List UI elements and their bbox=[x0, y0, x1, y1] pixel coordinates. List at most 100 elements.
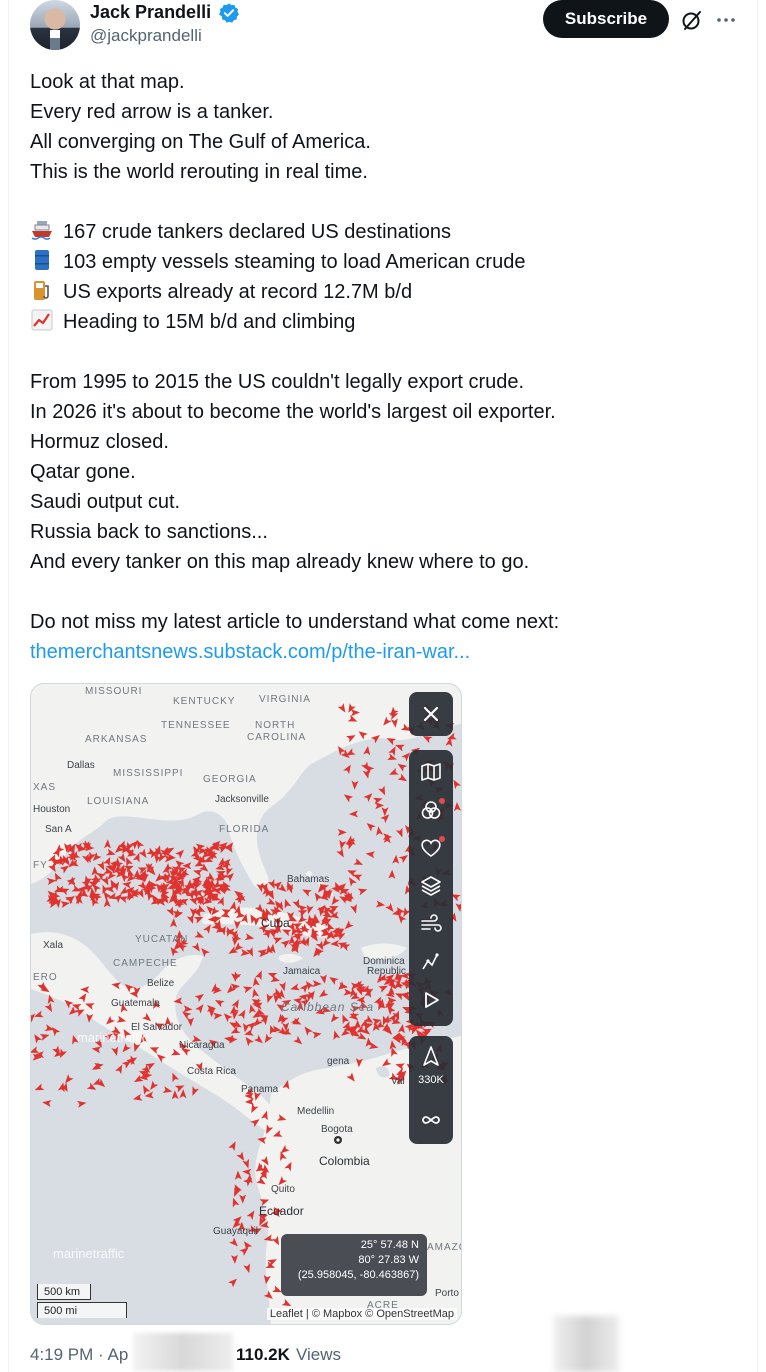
ship-emoji-icon bbox=[31, 221, 52, 240]
verified-badge-icon bbox=[219, 3, 239, 23]
oil-drum-emoji-icon bbox=[35, 250, 49, 270]
article-link[interactable]: themerchantsnews.substack.com/p/the-iran… bbox=[30, 641, 470, 663]
post-frame-right-border bbox=[757, 0, 758, 1372]
map-label: NORTH bbox=[255, 720, 296, 731]
map-label: Jacksonville bbox=[215, 794, 269, 805]
stat-line: Heading to 15M b/d and climbing bbox=[30, 307, 740, 337]
text-line: Look at that map. bbox=[30, 71, 185, 93]
text-line: Every red arrow is a tanker. bbox=[30, 101, 274, 123]
map-label: GEORGIA bbox=[203, 774, 257, 785]
text-line: In 2026 it's about to become the world's… bbox=[30, 401, 556, 423]
map-label: Cuba bbox=[261, 916, 290, 930]
map-label: Bahamas bbox=[287, 874, 330, 885]
map-label: Caribbean Sea bbox=[281, 1000, 375, 1014]
map-label: Colombia bbox=[319, 1154, 370, 1168]
map-label: Xala bbox=[43, 940, 64, 951]
grok-icon[interactable] bbox=[680, 8, 704, 32]
author-name[interactable]: Jack Prandelli bbox=[90, 2, 211, 23]
blurred-region bbox=[133, 1333, 233, 1371]
wind-icon[interactable] bbox=[419, 912, 443, 936]
map-label: gena bbox=[327, 1056, 350, 1067]
latitude-text: 25° 57.48 N bbox=[360, 1239, 419, 1251]
more-icon[interactable] bbox=[714, 8, 738, 32]
stat-text: Heading to 15M b/d and climbing bbox=[63, 311, 356, 333]
stat-text: 103 empty vessels steaming to load Ameri… bbox=[63, 251, 526, 273]
map-icon[interactable] bbox=[419, 760, 443, 784]
map-label: MISSISSIPPI bbox=[113, 768, 184, 779]
map-label: MISSOURI bbox=[85, 686, 143, 697]
map-image[interactable]: MISSOURI KENTUCKY VIRGINIA TENNESSEE NOR… bbox=[30, 683, 462, 1325]
map-label: XAS bbox=[33, 782, 57, 793]
map-label: Houston bbox=[33, 804, 71, 815]
map-label: Bogota bbox=[321, 1124, 353, 1135]
post-time[interactable]: 4:19 PM bbox=[30, 1345, 93, 1364]
subscribe-button[interactable]: Subscribe bbox=[543, 0, 669, 38]
separator: · bbox=[98, 1345, 104, 1364]
map-label: CAROLINA bbox=[247, 732, 307, 743]
text-line: And every tanker on this map already kne… bbox=[30, 551, 530, 573]
map-label: Porto bbox=[435, 1288, 459, 1299]
stat-line: US exports already at record 12.7M b/d bbox=[30, 277, 740, 307]
map-label: Quito bbox=[271, 1184, 295, 1195]
stat-line: 103 empty vessels steaming to load Ameri… bbox=[30, 247, 740, 277]
views-label: Views bbox=[296, 1345, 342, 1364]
stat-text: 167 crude tankers declared US destinatio… bbox=[63, 221, 452, 243]
map-label: VIRGINIA bbox=[259, 694, 311, 705]
map-label: ARKANSAS bbox=[85, 734, 148, 745]
map-close-control[interactable] bbox=[409, 692, 453, 736]
zoom-level-label: 330K bbox=[418, 1074, 444, 1086]
chart-increasing-emoji-icon bbox=[31, 309, 53, 331]
scale-bar-mi: 500 mi bbox=[37, 1302, 127, 1318]
infinity-icon[interactable] bbox=[419, 1108, 443, 1132]
map-label: Guayaquil bbox=[213, 1226, 259, 1237]
stat-line: 167 crude tankers declared US destinatio… bbox=[30, 217, 740, 247]
post-timestamp[interactable]: 4:19 PM · Ap bbox=[30, 1345, 128, 1367]
blurred-region bbox=[553, 1316, 619, 1372]
close-icon[interactable] bbox=[419, 702, 443, 726]
post-frame-left-border bbox=[8, 0, 9, 1372]
map-label: LOUISIANA bbox=[87, 796, 150, 807]
route-icon[interactable] bbox=[419, 950, 443, 974]
marinetraffic-watermark: marinetraffic bbox=[77, 1030, 149, 1045]
map-label: YUCATAN bbox=[135, 934, 189, 945]
map-label: AMAZO bbox=[427, 1242, 461, 1253]
text-line: All converging on The Gulf of America. bbox=[30, 131, 371, 153]
map-label: Panama bbox=[241, 1084, 279, 1095]
play-icon[interactable] bbox=[419, 988, 443, 1012]
map-label: FLORIDA bbox=[219, 824, 270, 835]
map-label: Jamaica bbox=[283, 966, 321, 977]
text-line: Hormuz closed. bbox=[30, 431, 169, 453]
map-label: TENNESSEE bbox=[161, 720, 231, 731]
map-label: Belize bbox=[147, 978, 175, 989]
text-line: Saudi output cut. bbox=[30, 491, 181, 513]
map-label: FY bbox=[33, 860, 48, 871]
marinetraffic-watermark: marinetraffic bbox=[53, 1246, 125, 1261]
post-date[interactable]: Ap bbox=[108, 1345, 129, 1364]
map-label: Ecuador bbox=[259, 1204, 304, 1218]
text-line: This is the world rerouting in real time… bbox=[30, 161, 368, 183]
layers-icon[interactable] bbox=[419, 874, 443, 898]
text-line: Russia back to sanctions... bbox=[30, 521, 268, 543]
map-label: CAMPECHE bbox=[113, 958, 178, 969]
map-label: KENTUCKY bbox=[173, 696, 236, 707]
map-label: Costa Rica bbox=[187, 1066, 236, 1077]
map-label: San A bbox=[45, 824, 72, 835]
views-count: 110.2K bbox=[236, 1345, 290, 1364]
map-label: Nicaragua bbox=[179, 1040, 225, 1051]
cta-text: Do not miss my latest article to underst… bbox=[30, 611, 560, 633]
map-label: Dallas bbox=[67, 760, 95, 771]
map-label: Medellin bbox=[297, 1106, 335, 1117]
decimal-coordinates-text: (25.958045, -80.463867) bbox=[297, 1269, 419, 1281]
fuel-pump-emoji-icon bbox=[34, 281, 49, 300]
map-label: ERO bbox=[33, 972, 58, 983]
author-avatar[interactable] bbox=[30, 0, 80, 50]
map-attribution[interactable]: Leaflet | © Mapbox © OpenStreetMap bbox=[266, 1308, 457, 1320]
author-handle[interactable]: @jackprandelli bbox=[90, 26, 202, 46]
coordinates-readout: 25° 57.48 N 80° 27.83 W (25.958045, -80.… bbox=[281, 1234, 427, 1296]
map-label: Guatemala bbox=[111, 998, 160, 1009]
map-label: Republic bbox=[367, 966, 406, 977]
navigation-icon[interactable] bbox=[419, 1044, 443, 1068]
map-label: Val bbox=[391, 1076, 405, 1087]
scale-bar-km: 500 km bbox=[37, 1284, 91, 1300]
text-line: From 1995 to 2015 the US couldn't legall… bbox=[30, 371, 525, 393]
